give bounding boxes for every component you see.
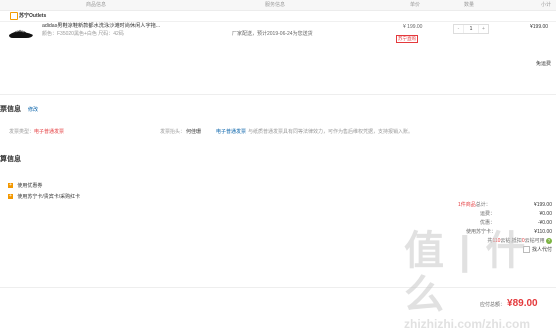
increase-button[interactable]: + <box>479 26 488 32</box>
quantity-input[interactable]: 1 <box>463 25 479 33</box>
unit-price: ¥ 199.00 <box>403 24 423 30</box>
line-subtotal: ¥199.00 <box>530 24 549 30</box>
watermark: 值 | 什么 zhizhizhi.com/zhi.com <box>404 229 554 331</box>
product-image[interactable] <box>8 27 34 41</box>
e-invoice-notice: 与纸质普通发票具有同等法律效力，可作为售后维权凭据，支持报销入账。 <box>248 129 414 135</box>
col-product-info: 商品信息 <box>86 2 107 8</box>
product-title[interactable]: adidas男鞋凉鞋新款都水洗泳沙滩时尚休闲人字拖... <box>42 22 160 29</box>
invoice-section-title: 票信息 <box>0 106 21 113</box>
freight-note: 免运费 <box>536 61 552 67</box>
shop-row: 苏宁Outlets <box>0 10 556 22</box>
col-quantity: 数量 <box>464 2 475 8</box>
settlement-section-title: 算信息 <box>0 156 21 163</box>
delivery-service: 厂家配送，预计2019-06-24为您送货 <box>232 31 313 37</box>
invoice-head-label: 发票抬头： <box>160 129 186 135</box>
use-card-label[interactable]: 使用苏宁卡/贵宾卡/采购红卡 <box>17 194 80 200</box>
discount-label: 优惠： <box>480 220 496 226</box>
invoice-head-value: 何佳珊 <box>186 129 202 135</box>
freight-label: 运费： <box>480 211 496 217</box>
shop-icon <box>10 12 18 20</box>
decrease-button[interactable]: - <box>454 26 463 32</box>
use-coupon-row[interactable]: + 使用优惠券 <box>8 182 42 189</box>
invoice-type-value: 电子普通发票 <box>34 129 65 135</box>
invoice-edit-link[interactable]: 修改 <box>28 106 38 113</box>
watermark-logo: 值 | 什么 <box>404 229 528 317</box>
invoice-type-label: 发票类型： <box>9 129 35 135</box>
e-invoice-link[interactable]: 电子普通发票 <box>216 128 246 135</box>
goods-total-label: 总计： <box>475 202 491 208</box>
discount-row: 优惠： -¥0.00 <box>440 219 552 228</box>
suning-direct-tag: 苏宁直购 <box>396 35 418 43</box>
expand-plus-icon: + <box>8 182 13 189</box>
discount-value: -¥0.00 <box>537 220 552 226</box>
goods-total-value: ¥199.00 <box>533 202 552 208</box>
divider <box>0 94 556 95</box>
freight-row: 运费： ¥0.00 <box>440 210 552 219</box>
goods-count: 1件商品 <box>458 202 476 208</box>
goods-total-row: 1件商品总计： ¥199.00 <box>440 201 552 210</box>
freight-value: ¥0.00 <box>539 211 552 217</box>
use-coupon-label[interactable]: 使用优惠券 <box>17 183 42 189</box>
expand-plus-icon: + <box>8 193 13 200</box>
product-attrs: 颜色：F35020黑色+白色 尺码：42码 <box>42 31 124 37</box>
col-unit-price: 单价 <box>410 2 421 8</box>
watermark-url: zhizhizhi.com/zhi.com <box>404 317 531 331</box>
shop-name[interactable]: 苏宁Outlets <box>19 12 46 19</box>
use-card-row[interactable]: + 使用苏宁卡/贵宾卡/采购红卡 <box>8 193 80 200</box>
quantity-stepper: - 1 + <box>453 24 489 34</box>
col-subtotal: 小计 <box>541 2 552 8</box>
col-service-info: 服务信息 <box>265 2 286 8</box>
